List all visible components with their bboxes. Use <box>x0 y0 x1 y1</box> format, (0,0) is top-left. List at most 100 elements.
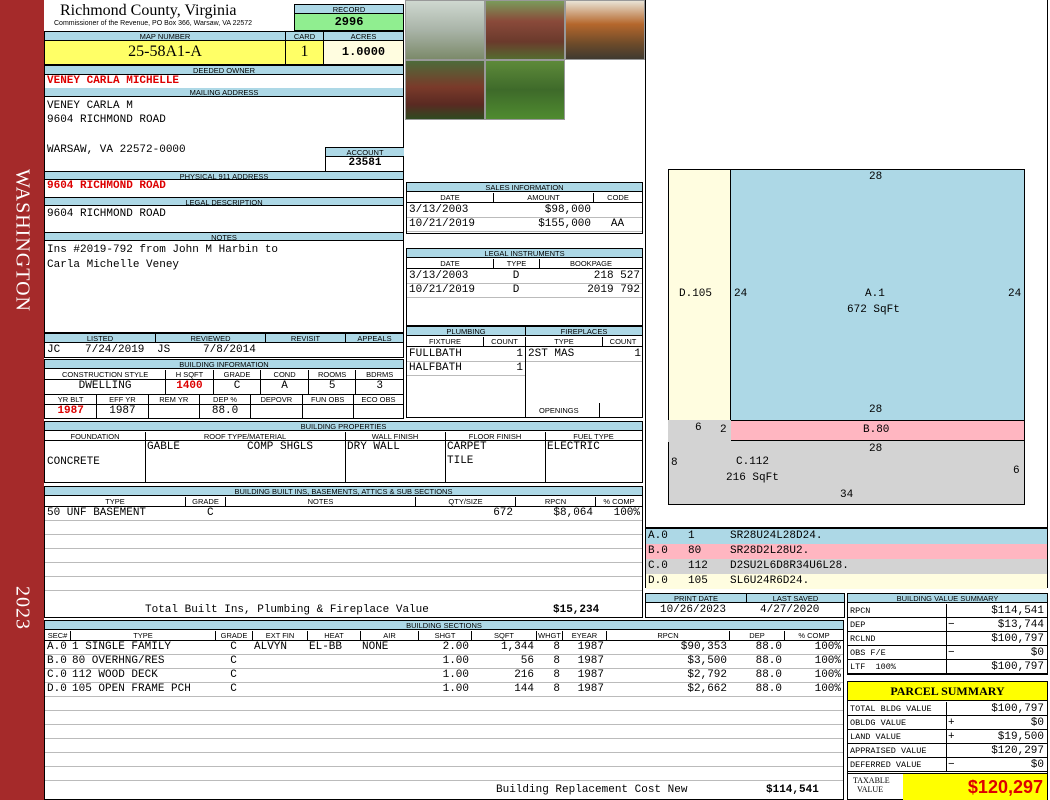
sections-header: SQFT <box>471 631 536 641</box>
info-header: FUN OBS <box>302 395 353 405</box>
taxable-row: TAXABLE VALUE $120,297 <box>848 773 1047 800</box>
table-cell: 1 <box>516 362 523 374</box>
prop-value: COMP SHGLS <box>247 441 314 453</box>
section-cell: 1987 <box>577 655 604 667</box>
table-cell: 3/13/2003 <box>409 270 469 282</box>
section-cell: 1987 <box>577 669 604 681</box>
summary-value: $19,500 <box>997 731 1044 743</box>
summary-value: $0 <box>1030 717 1044 729</box>
revisit-label: REVISIT <box>266 334 345 343</box>
info-cell: YR BLT 1987 <box>45 395 97 419</box>
table-cell: D <box>512 270 520 282</box>
photo-yard <box>485 60 565 120</box>
section-cell: EL-BB <box>309 641 343 653</box>
summary-row: LTF 100% $100,797 <box>848 660 1047 674</box>
last-saved-date: 4/27/2020 <box>760 604 820 616</box>
owner-name: VENEY CARLA MICHELLE <box>47 75 180 87</box>
summary-row: LAND VALUE + $19,500 <box>848 730 1047 744</box>
info-value: 3 <box>376 380 383 392</box>
physical-address: 9604 RICHMOND ROAD <box>47 180 166 192</box>
listed-by: JC <box>47 344 61 356</box>
section-cell: 8 <box>553 641 560 653</box>
building-info-label: BUILDING INFORMATION <box>45 360 403 369</box>
section-cell: C <box>230 641 237 653</box>
summary-label: DEP <box>850 620 866 630</box>
sections-header: TYPE <box>70 631 215 641</box>
sales-info-label: SALES INFORMATION <box>407 183 642 192</box>
summary-row: DEFERRED VALUE − $0 <box>848 758 1047 772</box>
info-value: C <box>233 380 241 392</box>
info-cell: CONSTRUCTION STYLE DWELLING <box>45 370 166 394</box>
section-cell: 1,344 <box>500 641 534 653</box>
sketch-dim-a-bottom: 28 <box>869 404 883 416</box>
building-sections: BUILDING SECTIONS SEC# TYPE GRADE EXT FIN HE… <box>44 620 844 800</box>
table-cell: $98,000 <box>544 204 591 216</box>
section-cell: 80 OVERHNG/RES <box>72 655 165 667</box>
section-cell: C.0 <box>47 669 67 681</box>
section-cell: 88.0 <box>755 641 782 653</box>
sections-header: DEP <box>729 631 784 641</box>
summary-sign: + <box>948 731 955 743</box>
listed-label: LISTED <box>45 334 155 343</box>
info-cell: ECO OBS <box>352 395 403 419</box>
sections-header: EYEAR <box>562 631 606 641</box>
table-header: COUNT <box>602 337 643 347</box>
print-date-label: PRINT DATE <box>646 594 746 603</box>
sketch-label-c: C.112 <box>736 456 770 468</box>
legend-code: D.0 <box>648 575 668 587</box>
sections-header: GRADE <box>215 631 252 641</box>
legend-num: 105 <box>688 575 708 587</box>
builtins-cell: C <box>207 507 214 519</box>
summary-label: APPRAISED VALUE <box>850 746 927 756</box>
card-number: 1 <box>300 43 309 60</box>
summary-value: $100,797 <box>991 633 1044 645</box>
row-line <box>526 361 642 362</box>
sketch-dim-a-left: 24 <box>734 288 748 300</box>
legend-desc: SR28D2L28U2. <box>730 545 810 557</box>
parcel-summary: PARCEL SUMMARY TOTAL BLDG VALUE $100,797 O… <box>847 681 1048 800</box>
summary-sign: − <box>948 759 955 771</box>
reviewed-date: 7/8/2014 <box>203 344 256 356</box>
table-header: BOOKPAGE <box>539 259 642 269</box>
info-value: 1987 <box>109 405 136 417</box>
table-cell: 218 527 <box>593 270 640 282</box>
section-cell: 144 <box>514 683 534 695</box>
appeals-label: APPEALS <box>346 334 403 343</box>
acres-value: 1.0000 <box>341 45 386 59</box>
property-photos <box>405 0 645 120</box>
table-cell: 1 <box>634 348 641 360</box>
plumbing-label: PLUMBING <box>407 327 525 336</box>
mailing-address-label: MAILING ADDRESS <box>45 88 403 97</box>
builtins-header: NOTES <box>225 497 415 507</box>
section-cell: 100% <box>814 655 841 667</box>
prop-header: FLOOR FINISH <box>445 432 545 441</box>
builtins-cell: 672 <box>493 507 513 519</box>
prop-value: DRY WALL <box>347 441 400 453</box>
table-cell: FULLBATH <box>409 348 462 360</box>
commissioner-address: Commissioner of the Revenue, PO Box 366,… <box>54 20 253 27</box>
info-cell: BDRMS 3 <box>355 370 403 394</box>
sketch-dim-c-bottom: 34 <box>840 489 854 501</box>
print-date: 10/26/2023 <box>660 604 727 616</box>
info-header: ECO OBS <box>353 395 403 405</box>
legend-num: 1 <box>688 530 695 542</box>
sketch-legend: A.0 1 SR28U24L28D24. B.0 80 SR28D2L28U2. C.0 11… <box>645 528 1048 589</box>
built-ins: BUILDING BUILT INS, BASEMENTS, ATTICS & … <box>44 486 643 618</box>
table-header: CODE <box>593 193 642 203</box>
photo-house-side <box>405 60 485 120</box>
info-header: DEP % <box>199 395 251 405</box>
sections-header: WHGT <box>536 631 562 641</box>
sections-header: EXT FIN <box>252 631 307 641</box>
deeded-owner-label: DEEDED OWNER <box>45 66 403 75</box>
section-cell: 88.0 <box>755 683 782 695</box>
section-cell: 216 <box>514 669 534 681</box>
builtins-header: GRADE <box>185 497 225 507</box>
legend-num: 80 <box>688 545 702 557</box>
sections-header: AIR <box>360 631 418 641</box>
account-number: 23581 <box>348 157 382 169</box>
sketch-area-c: 216 SqFt <box>726 472 779 484</box>
section-cell: 112 WOOD DECK <box>72 669 158 681</box>
legend-num: 112 <box>688 560 708 572</box>
info-value: 1987 <box>57 405 84 417</box>
info-header: CONSTRUCTION STYLE <box>45 370 166 380</box>
